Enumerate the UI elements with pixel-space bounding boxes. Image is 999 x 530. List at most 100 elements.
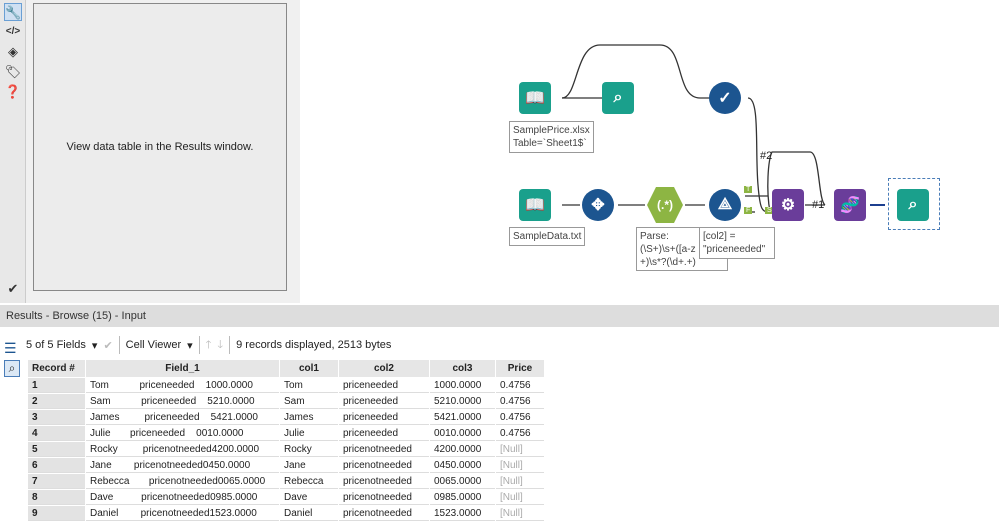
list-view-icon[interactable]: ☰ — [4, 340, 17, 357]
table-cell[interactable]: Dave — [280, 490, 338, 505]
table-cell[interactable]: 6 — [28, 458, 85, 473]
help-icon[interactable]: ❓ — [4, 83, 22, 101]
table-cell[interactable]: Daniel — [280, 506, 338, 521]
table-cell[interactable]: 0985.0000 — [430, 490, 495, 505]
table-row[interactable]: 5 Rocky pricenotneeded4200.0000 Rocky price… — [28, 442, 544, 457]
table-cell[interactable]: [Null] — [496, 458, 544, 473]
table-cell[interactable]: 0.4756 — [496, 426, 544, 441]
table-cell[interactable]: 0010.0000 — [430, 426, 495, 441]
table-row[interactable]: 8 Dave pricenotneeded0985.0000 Dave priceno… — [28, 490, 544, 505]
table-cell[interactable]: priceneeded — [339, 378, 429, 393]
table-cell[interactable]: Daniel pricenotneeded1523.0000 — [86, 506, 279, 521]
table-cell[interactable]: 7 — [28, 474, 85, 489]
input-data-tool-sampleprice[interactable]: 📖 — [519, 82, 551, 114]
table-cell[interactable]: 0.4756 — [496, 394, 544, 409]
table-cell[interactable]: pricenotneeded — [339, 458, 429, 473]
table-cell[interactable]: Jane — [280, 458, 338, 473]
filter-false-anchor[interactable]: F — [744, 207, 753, 214]
table-cell[interactable]: [Null] — [496, 506, 544, 521]
table-cell[interactable]: [Null] — [496, 474, 544, 489]
table-row[interactable]: 6 Jane pricenotneeded0450.0000 Jane priceno… — [28, 458, 544, 473]
results-header: Results - Browse (15) - Input — [0, 305, 999, 327]
table-cell[interactable]: 0450.0000 — [430, 458, 495, 473]
filter-tool[interactable]: ⟁ — [709, 189, 741, 221]
chevron-down-icon[interactable]: ▾ — [187, 339, 193, 352]
table-cell[interactable]: 9 — [28, 506, 85, 521]
column-header[interactable]: col2 — [339, 360, 429, 377]
table-row[interactable]: 1 Tom priceneeded 1000.0000 Tom priceneeded… — [28, 378, 544, 393]
column-header[interactable]: col3 — [430, 360, 495, 377]
arrow-down-icon[interactable]: 🡓 — [217, 336, 223, 355]
table-cell[interactable]: Sam — [280, 394, 338, 409]
append-fields-tool[interactable]: ✓ — [709, 82, 741, 114]
column-header[interactable]: Price — [496, 360, 544, 377]
table-cell[interactable]: 4200.0000 — [430, 442, 495, 457]
column-header[interactable]: col1 — [280, 360, 338, 377]
table-cell[interactable]: Julie — [280, 426, 338, 441]
table-row[interactable]: 7 Rebecca pricenotneeded0065.0000 Rebecca p… — [28, 474, 544, 489]
results-title: Results - Browse (15) - Input — [6, 310, 146, 322]
table-cell[interactable]: Jane pricenotneeded0450.0000 — [86, 458, 279, 473]
divider — [118, 336, 120, 354]
filter-true-anchor[interactable]: T — [744, 186, 753, 193]
table-cell[interactable]: Tom — [280, 378, 338, 393]
table-row[interactable]: 2 Sam priceneeded 5210.0000 Sam priceneeded… — [28, 394, 544, 409]
table-cell[interactable]: Julie priceneeded 0010.0000 — [86, 426, 279, 441]
column-header[interactable]: Field_1 — [86, 360, 279, 377]
table-cell[interactable]: 1523.0000 — [430, 506, 495, 521]
table-cell[interactable]: Sam priceneeded 5210.0000 — [86, 394, 279, 409]
annotation-sampleprice: SamplePrice.xlsx Table=`Sheet1$` — [509, 121, 594, 153]
workflow-canvas[interactable]: 📖 ⌕ ✓ 📖 ✥ (.*) ⟁ T F S ⚙ 🧬 ⌕ #2 #1 Sampl… — [300, 0, 999, 303]
dynamic-tool[interactable]: 🧬 — [834, 189, 866, 221]
code-icon[interactable]: </> — [4, 23, 22, 41]
table-cell[interactable]: Rocky — [280, 442, 338, 457]
table-row[interactable]: 4 Julie priceneeded 0010.0000 Julie pricene… — [28, 426, 544, 441]
browse-tool-1[interactable]: ⌕ — [602, 82, 634, 114]
table-cell[interactable]: priceneeded — [339, 410, 429, 425]
table-cell[interactable]: 4 — [28, 426, 85, 441]
table-cell[interactable]: 5210.0000 — [430, 394, 495, 409]
table-cell[interactable]: 0.4756 — [496, 410, 544, 425]
wrench-icon[interactable]: 🔧 — [4, 3, 22, 21]
checkmark-circle-icon[interactable]: ✔ — [4, 280, 22, 298]
table-cell[interactable]: 0.4756 — [496, 378, 544, 393]
table-cell[interactable]: Rebecca pricenotneeded0065.0000 — [86, 474, 279, 489]
table-cell[interactable]: 8 — [28, 490, 85, 505]
table-row[interactable]: 3 James priceneeded 5421.0000 James pricene… — [28, 410, 544, 425]
table-cell[interactable]: James — [280, 410, 338, 425]
table-cell[interactable]: 5 — [28, 442, 85, 457]
table-cell[interactable]: 5421.0000 — [430, 410, 495, 425]
arrow-up-icon[interactable]: 🡑 — [206, 336, 212, 355]
table-cell[interactable]: 1000.0000 — [430, 378, 495, 393]
table-row[interactable]: 9 Daniel pricenotneeded1523.0000 Daniel pri… — [28, 506, 544, 521]
column-header[interactable]: Record # — [28, 360, 85, 377]
table-cell[interactable]: pricenotneeded — [339, 506, 429, 521]
browse-tool-2[interactable]: ⌕ — [897, 189, 929, 221]
table-cell[interactable]: Rocky pricenotneeded4200.0000 — [86, 442, 279, 457]
tag-icon[interactable]: 🏷 — [4, 63, 22, 81]
fields-dropdown[interactable]: 5 of 5 Fields — [26, 339, 86, 351]
table-cell[interactable]: 3 — [28, 410, 85, 425]
table-cell[interactable]: pricenotneeded — [339, 442, 429, 457]
table-cell[interactable]: 2 — [28, 394, 85, 409]
table-cell[interactable]: priceneeded — [339, 394, 429, 409]
browse-icon[interactable]: ⌕ — [4, 360, 20, 377]
table-cell[interactable]: Tom priceneeded 1000.0000 — [86, 378, 279, 393]
table-cell[interactable]: priceneeded — [339, 426, 429, 441]
table-cell[interactable]: Dave pricenotneeded0985.0000 — [86, 490, 279, 505]
cell-viewer-dropdown[interactable]: Cell Viewer — [126, 339, 181, 351]
apply-check-icon[interactable]: ✔ — [103, 339, 112, 352]
table-cell[interactable]: 0065.0000 — [430, 474, 495, 489]
table-cell[interactable]: [Null] — [496, 442, 544, 457]
multi-formula-tool[interactable]: ⚙ — [772, 189, 804, 221]
select-tool[interactable]: ✥ — [582, 189, 614, 221]
table-cell[interactable]: James priceneeded 5421.0000 — [86, 410, 279, 425]
table-cell[interactable]: pricenotneeded — [339, 474, 429, 489]
chevron-down-icon[interactable]: ▾ — [92, 339, 98, 352]
compass-icon[interactable]: ◈ — [4, 43, 22, 61]
table-cell[interactable]: Rebecca — [280, 474, 338, 489]
table-cell[interactable]: 1 — [28, 378, 85, 393]
table-cell[interactable]: [Null] — [496, 490, 544, 505]
input-data-tool-sampledata[interactable]: 📖 — [519, 189, 551, 221]
table-cell[interactable]: pricenotneeded — [339, 490, 429, 505]
